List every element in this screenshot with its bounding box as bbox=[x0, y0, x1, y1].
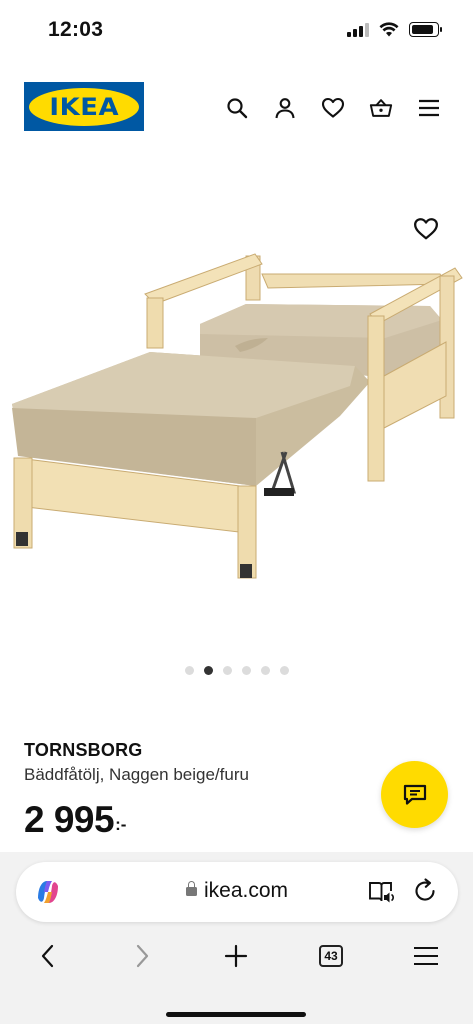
basket-icon[interactable] bbox=[369, 96, 393, 120]
url-text: ikea.com bbox=[203, 879, 289, 902]
header-actions bbox=[225, 96, 441, 120]
pagination-dot[interactable] bbox=[241, 666, 251, 675]
menu-icon[interactable] bbox=[417, 96, 441, 120]
plus-icon bbox=[224, 944, 248, 968]
home-indicator bbox=[166, 1012, 306, 1017]
tab-count: 43 bbox=[319, 945, 343, 967]
chevron-left-icon bbox=[41, 944, 54, 968]
battery-icon bbox=[409, 22, 442, 37]
chat-button[interactable] bbox=[381, 761, 448, 828]
cellular-signal-icon bbox=[347, 22, 369, 37]
product-name[interactable]: TORNSBORG bbox=[24, 740, 384, 761]
product-gallery[interactable] bbox=[0, 156, 473, 696]
pagination-dot[interactable] bbox=[279, 666, 289, 675]
menu-icon bbox=[414, 946, 438, 966]
reader-mode-icon[interactable] bbox=[368, 878, 396, 906]
price-value: 2 995 bbox=[24, 799, 115, 840]
favorite-heart-icon[interactable] bbox=[413, 216, 439, 242]
pagination-dot[interactable] bbox=[260, 666, 270, 675]
site-header: IKEA bbox=[0, 58, 473, 156]
gallery-pagination bbox=[0, 666, 473, 675]
forward-button[interactable] bbox=[129, 942, 157, 970]
pagination-dot[interactable] bbox=[222, 666, 232, 675]
status-bar: 12:03 bbox=[0, 0, 473, 58]
status-time: 12:03 bbox=[48, 18, 104, 41]
chat-icon bbox=[403, 784, 426, 805]
back-button[interactable] bbox=[33, 942, 61, 970]
price-suffix: :- bbox=[115, 815, 127, 834]
product-image[interactable] bbox=[0, 156, 473, 656]
status-icons bbox=[347, 22, 442, 37]
ikea-logo[interactable]: IKEA bbox=[24, 82, 144, 131]
lock-icon bbox=[185, 881, 197, 896]
tabs-button[interactable]: 43 bbox=[317, 942, 345, 970]
address-bar[interactable]: ikea.com bbox=[16, 862, 458, 922]
product-description: Bäddfåtölj, Naggen beige/furu bbox=[24, 765, 249, 784]
reload-icon[interactable] bbox=[412, 878, 438, 904]
wifi-icon bbox=[379, 22, 399, 37]
product-info: TORNSBORG Bäddfåtölj, Naggen beige/furu … bbox=[24, 740, 384, 841]
new-tab-button[interactable] bbox=[222, 942, 250, 970]
browser-menu-button[interactable] bbox=[412, 942, 440, 970]
chevron-right-icon bbox=[136, 944, 149, 968]
pagination-dot[interactable] bbox=[184, 666, 194, 675]
account-icon[interactable] bbox=[273, 96, 297, 120]
product-price: 2 995 :- bbox=[24, 799, 384, 841]
logo-text: IKEA bbox=[49, 92, 119, 121]
heart-icon[interactable] bbox=[321, 96, 345, 120]
browser-toolbar: ikea.com 43 bbox=[0, 852, 473, 1024]
search-icon[interactable] bbox=[225, 96, 249, 120]
tab-bar: 43 bbox=[0, 936, 473, 976]
pagination-dot-active[interactable] bbox=[203, 666, 213, 675]
